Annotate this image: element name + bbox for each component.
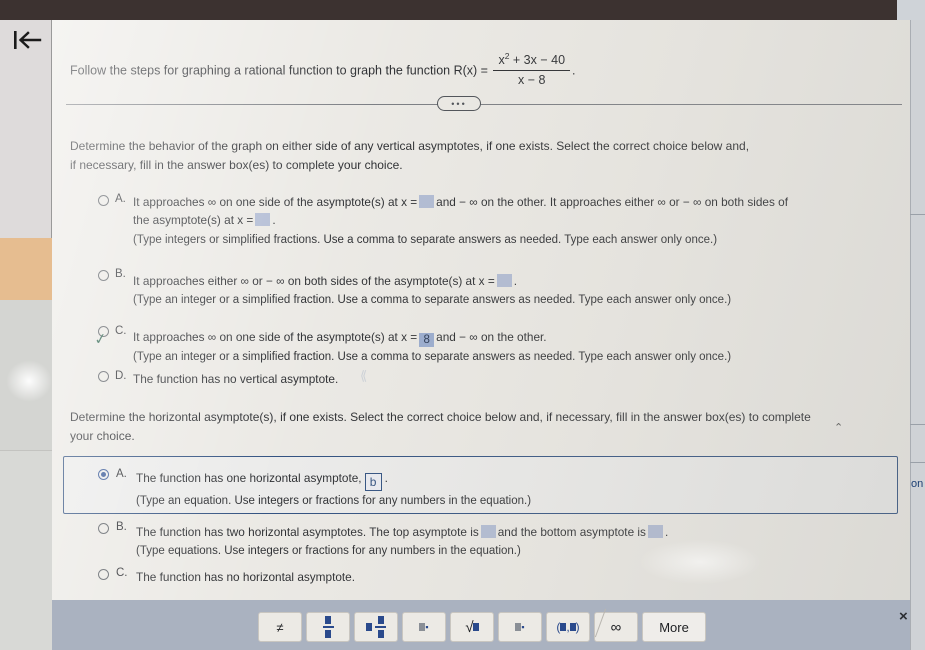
q1-a-hint: (Type integers or simplified fractions. … xyxy=(133,233,718,246)
top-right-corner-strip xyxy=(897,0,925,20)
instruction-text: Follow the steps for graphing a rational… xyxy=(70,63,488,78)
interval-button[interactable]: (,) xyxy=(546,612,590,642)
q2-b-text3: . xyxy=(664,525,669,539)
infinity-button[interactable]: ∞ xyxy=(594,612,638,642)
subscript-button[interactable]: ▪ xyxy=(498,612,542,642)
q1-a-text2: and − ∞ on the other. It approaches eith… xyxy=(436,195,789,209)
q1-b-text2: . xyxy=(513,274,518,288)
mixed-whole-icon xyxy=(366,623,372,631)
interval-icon: (,) xyxy=(556,620,580,634)
text-caret-marker: ⌃ xyxy=(834,422,844,434)
q1-a-answer-input-1[interactable] xyxy=(419,195,435,208)
q2-a-equation-input[interactable]: b xyxy=(364,473,382,491)
more-button[interactable]: More xyxy=(642,612,706,642)
mixed-fraction-icon xyxy=(375,616,386,638)
q2-b-text1: The function has two horizontal asymptot… xyxy=(136,525,479,539)
label-q1-option-d: D. xyxy=(115,370,127,382)
q1-c-hint: (Type an integer or a simplified fractio… xyxy=(133,351,732,363)
question2-prompt-line1: Determine the horizontal asymptote(s), i… xyxy=(70,410,811,424)
radio-q1-option-a[interactable] xyxy=(98,195,109,206)
q1-b-hint: (Type an integer or a simplified fractio… xyxy=(133,294,732,307)
mixed-number-button[interactable] xyxy=(354,612,398,642)
radio-q2-option-c[interactable] xyxy=(98,569,109,580)
q2-option-b-body: The function has two horizontal asymptot… xyxy=(136,523,876,561)
q1-option-c-body: It approaches ∞ on one side of the asymp… xyxy=(133,328,873,367)
q1-option-d-body: The function has no vertical asymptote. xyxy=(133,370,633,388)
q2-b-text2: and the bottom asymptote is xyxy=(497,525,646,539)
exponent-button[interactable]: ▪ xyxy=(402,612,446,642)
fraction-button[interactable] xyxy=(306,612,350,642)
label-q1-option-c: C. xyxy=(115,325,127,337)
question1-prompt: Determine the behavior of the graph on e… xyxy=(70,137,860,174)
q2-a-text2: . xyxy=(384,471,388,485)
mouse-cursor-checkmark-icon: ✓ xyxy=(93,330,109,349)
question1-prompt-line2: if necessary, fill in the answer box(es)… xyxy=(70,157,403,172)
close-icon[interactable]: × xyxy=(899,608,908,625)
stray-cursor-icon: ⟪ xyxy=(360,368,368,383)
radio-q1-option-d[interactable] xyxy=(98,371,109,382)
q1-option-b-body: It approaches either ∞ or − ∞ on both si… xyxy=(133,272,873,310)
q1-b-answer-input[interactable] xyxy=(496,274,512,287)
exercise-instruction: Follow the steps for graphing a rational… xyxy=(70,51,870,90)
function-period: . xyxy=(572,63,576,78)
q2-c-text1: The function has no horizontal asymptote… xyxy=(136,570,356,584)
fraction-icon xyxy=(322,616,334,638)
label-q1-option-a: A. xyxy=(115,193,126,205)
sliver-rule-3 xyxy=(910,462,925,463)
q1-c-text1: It approaches ∞ on one side of the asymp… xyxy=(133,330,418,344)
back-to-start-icon[interactable] xyxy=(10,26,44,54)
sliver-rule-1 xyxy=(910,214,925,215)
function-denominator: x − 8 xyxy=(493,70,571,89)
q2-option-a-body: The function has one horizontal asymptot… xyxy=(136,469,876,511)
label-q1-option-b: B. xyxy=(115,268,126,280)
q1-a-text3: the asymptote(s) at x = xyxy=(133,213,254,228)
square-root-button[interactable]: √ xyxy=(450,612,494,642)
rail-color-block xyxy=(0,238,52,300)
background-window-sliver xyxy=(910,20,925,650)
question2-prompt: Determine the horizontal asymptote(s), i… xyxy=(70,408,910,445)
sliver-rule-2 xyxy=(910,424,925,425)
q1-option-a-body: It approaches ∞ on one side of the asymp… xyxy=(133,193,883,249)
q2-option-c-body: The function has no horizontal asymptote… xyxy=(136,568,736,586)
section-divider xyxy=(66,104,902,105)
rail-panel-upper xyxy=(0,300,52,450)
question1-prompt-line1: Determine the behavior of the graph on e… xyxy=(70,139,750,153)
label-q2-option-a: A. xyxy=(116,468,127,480)
q2-b-hint: (Type equations. Use integers or fractio… xyxy=(136,545,521,558)
q2-b-top-asymptote-input[interactable] xyxy=(480,525,496,538)
q2-a-text1: The function has one horizontal asymptot… xyxy=(136,471,362,485)
left-rail xyxy=(0,20,52,650)
radio-q2-option-a[interactable] xyxy=(98,469,109,480)
q1-c-text2: and − ∞ on the other. xyxy=(436,330,547,344)
q2-a-hint: (Type an equation. Use integers or fract… xyxy=(136,495,532,507)
rational-function-expression: x2 + 3x − 40 x − 8 xyxy=(493,51,571,89)
q2-b-bottom-asymptote-input[interactable] xyxy=(647,525,663,538)
radio-q1-option-b[interactable] xyxy=(98,270,109,281)
screenshot-root: Follow the steps for graphing a rational… xyxy=(0,0,925,650)
label-q2-option-b: B. xyxy=(116,521,127,533)
q1-a-text1: It approaches ∞ on one side of the asymp… xyxy=(133,195,418,209)
label-q2-option-c: C. xyxy=(116,567,128,579)
device-top-bezel xyxy=(0,0,925,20)
more-options-dots-icon[interactable]: ••• xyxy=(437,96,481,111)
q1-a-text4: . xyxy=(272,213,276,228)
radio-q2-option-b[interactable] xyxy=(98,523,109,534)
not-equal-button[interactable]: ≠ xyxy=(258,612,302,642)
question2-prompt-line2: your choice. xyxy=(70,428,135,443)
infinity-icon: ∞ xyxy=(610,618,622,636)
math-palette: ≠ ▪ √ ▪ (,) ∞ More xyxy=(258,612,706,642)
q1-d-text1: The function has no vertical asymptote. xyxy=(133,372,339,386)
sliver-partial-text: on xyxy=(911,478,924,490)
q1-a-answer-input-2[interactable] xyxy=(255,213,271,227)
bottom-left-strip xyxy=(0,600,52,650)
function-numerator: x2 + 3x − 40 xyxy=(498,51,566,68)
q1-c-answer-input[interactable]: 8 xyxy=(419,333,435,347)
q1-b-text1: It approaches either ∞ or − ∞ on both si… xyxy=(133,274,495,288)
